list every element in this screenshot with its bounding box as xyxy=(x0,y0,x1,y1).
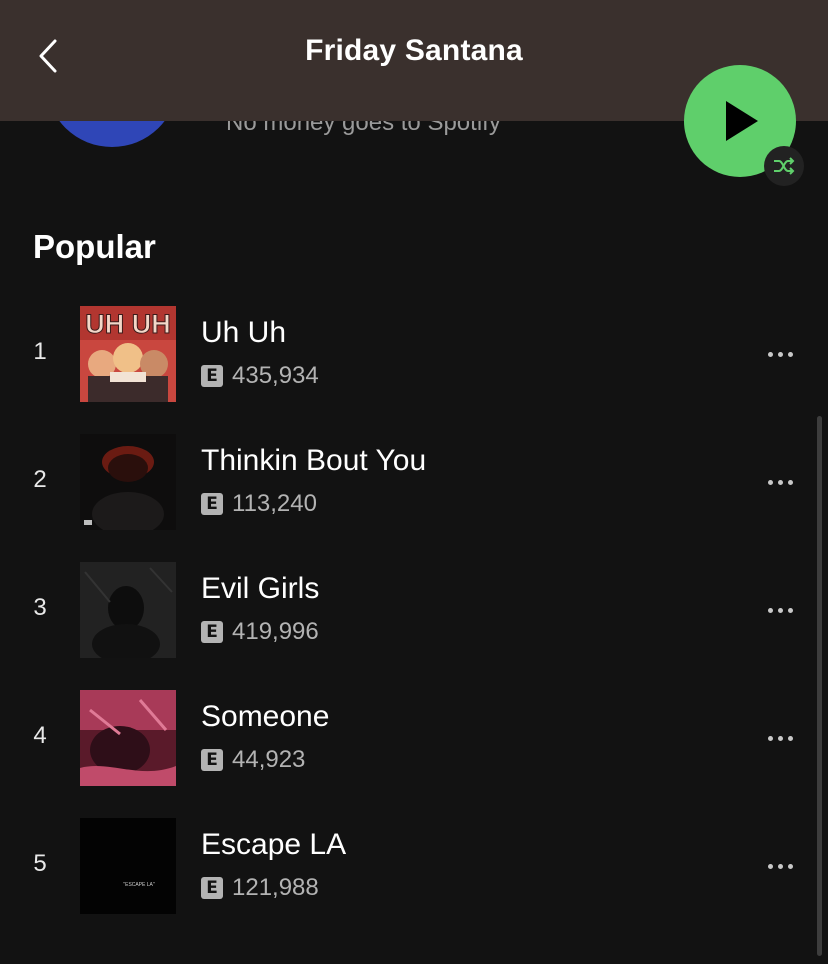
dot-icon xyxy=(777,863,783,869)
dot-icon xyxy=(777,479,783,485)
track-cover: "ESCAPE LA" xyxy=(80,818,176,914)
play-count: 44,923 xyxy=(232,746,306,773)
explicit-badge: E xyxy=(201,749,223,771)
track-cover xyxy=(80,562,176,658)
track-cover: UH UH xyxy=(80,306,176,402)
track-rank: 1 xyxy=(33,338,47,365)
track-meta: E 419,996 xyxy=(201,618,319,646)
scrollbar[interactable] xyxy=(817,416,822,956)
dot-icon xyxy=(787,863,793,869)
track-meta: E 113,240 xyxy=(201,490,317,518)
track-title: Someone xyxy=(201,700,330,733)
artist-avatar xyxy=(47,121,177,147)
support-text: No money goes to Spotify xyxy=(226,121,501,136)
shuffle-icon xyxy=(774,157,795,175)
more-options-button[interactable] xyxy=(760,726,800,750)
track-row[interactable]: 2 Thinkin Bout You E 113,240 xyxy=(0,434,828,530)
dot-icon xyxy=(767,479,773,485)
play-count: 113,240 xyxy=(232,490,317,517)
explicit-badge: E xyxy=(201,877,223,899)
popular-heading: Popular xyxy=(33,228,156,265)
track-row[interactable]: 1 UH UH Uh Uh E 435,934 xyxy=(0,306,828,402)
track-rank: 4 xyxy=(33,722,47,749)
dot-icon xyxy=(767,735,773,741)
cover-lettering: "ESCAPE LA" xyxy=(123,882,155,888)
page-title: Friday Santana xyxy=(305,34,523,67)
more-options-button[interactable] xyxy=(760,854,800,878)
dot-icon xyxy=(767,351,773,357)
shuffle-button[interactable] xyxy=(764,146,804,186)
track-row[interactable]: 5 "ESCAPE LA" Escape LA E 121,988 xyxy=(0,818,828,914)
dot-icon xyxy=(777,735,783,741)
track-meta: E 435,934 xyxy=(201,362,319,390)
track-title: Evil Girls xyxy=(201,572,320,605)
track-title: Thinkin Bout You xyxy=(201,444,427,477)
dot-icon xyxy=(787,735,793,741)
explicit-badge: E xyxy=(201,621,223,643)
track-row[interactable]: 3 Evil Girls E 419,996 xyxy=(0,562,828,658)
dot-icon xyxy=(787,479,793,485)
track-rank: 2 xyxy=(33,466,47,493)
play-icon xyxy=(726,101,758,141)
dot-icon xyxy=(787,607,793,613)
track-meta: E 44,923 xyxy=(201,746,305,774)
track-meta: E 121,988 xyxy=(201,874,319,902)
track-title: Uh Uh xyxy=(201,316,287,349)
dot-icon xyxy=(787,351,793,357)
track-rank: 5 xyxy=(33,850,47,877)
cover-lettering: UH UH xyxy=(85,309,171,339)
explicit-badge: E xyxy=(201,365,223,387)
dot-icon xyxy=(767,607,773,613)
dot-icon xyxy=(767,863,773,869)
more-options-button[interactable] xyxy=(760,470,800,494)
play-count: 435,934 xyxy=(232,362,319,389)
track-cover xyxy=(80,690,176,786)
play-count: 419,996 xyxy=(232,618,319,645)
track-title: Escape LA xyxy=(201,828,347,861)
track-rank: 3 xyxy=(33,594,47,621)
dot-icon xyxy=(777,351,783,357)
dot-icon xyxy=(777,607,783,613)
track-cover xyxy=(80,434,176,530)
more-options-button[interactable] xyxy=(760,598,800,622)
explicit-badge: E xyxy=(201,493,223,515)
more-options-button[interactable] xyxy=(760,342,800,366)
play-count: 121,988 xyxy=(232,874,319,901)
track-row[interactable]: 4 Someone E 44,923 xyxy=(0,690,828,786)
